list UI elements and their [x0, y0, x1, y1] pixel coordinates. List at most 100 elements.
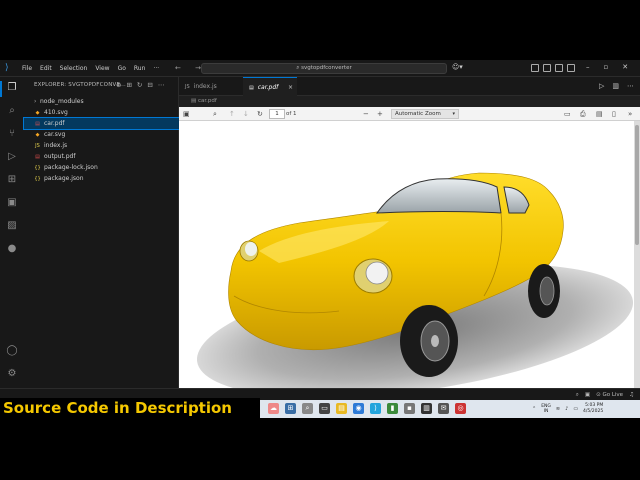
- app-icon[interactable]: ▥: [421, 403, 432, 414]
- tree-item[interactable]: ◆ 410.svg: [24, 107, 179, 118]
- run-debug-icon[interactable]: ▷: [6, 151, 18, 163]
- more-actions-icon[interactable]: ⋯: [158, 81, 165, 89]
- notifications-icon[interactable]: ▣: [585, 392, 590, 399]
- taskbar-apps: ☁ ⊞ ⌕ ▭ ▤ ◉ ⟩ ▮ ▪ ▥ ✉ ◎: [268, 403, 466, 414]
- remote-explorer-icon[interactable]: ▣: [6, 197, 18, 209]
- zoom-select[interactable]: Automatic Zoom ▾: [391, 109, 459, 119]
- tab-car-pdf[interactable]: ▤ car.pdf ×: [243, 77, 297, 96]
- go-live-button[interactable]: ⊙ Go Live: [596, 392, 623, 399]
- menu-run[interactable]: Run: [134, 65, 146, 72]
- menu-file[interactable]: File: [22, 65, 32, 72]
- tree-item[interactable]: {} package-lock.json: [24, 162, 179, 173]
- maximize-icon[interactable]: ▫: [604, 63, 609, 71]
- bell-icon[interactable]: ♫: [629, 392, 634, 399]
- source-control-icon[interactable]: ⑂: [6, 128, 18, 140]
- run-icon[interactable]: ▷: [599, 82, 604, 90]
- tree-item[interactable]: JS index.js: [24, 140, 179, 151]
- app-icon[interactable]: ▪: [404, 403, 415, 414]
- clock[interactable]: 5:03 PM 4/5/2025: [583, 403, 603, 414]
- menu-view[interactable]: View: [95, 65, 109, 72]
- battery-icon[interactable]: ▭: [573, 406, 578, 412]
- print-icon[interactable]: ⎙: [580, 109, 586, 119]
- tree-item[interactable]: {} package.json: [24, 173, 179, 184]
- start-icon[interactable]: ⊞: [285, 403, 296, 414]
- close-window-icon[interactable]: ✕: [622, 63, 628, 71]
- testing-icon[interactable]: ●: [6, 243, 18, 255]
- image-preview-icon[interactable]: ▨: [6, 220, 18, 232]
- presentation-icon[interactable]: ▭: [564, 109, 571, 119]
- car-illustration: [196, 172, 634, 398]
- zoom-out-button[interactable]: −: [363, 109, 369, 119]
- terminal-icon[interactable]: ▮: [387, 403, 398, 414]
- tree-item-label: package.json: [44, 175, 84, 182]
- menu-selection[interactable]: Selection: [60, 65, 88, 72]
- collapse-all-icon[interactable]: ⊟: [147, 81, 152, 89]
- refresh-icon[interactable]: ↻: [137, 81, 142, 89]
- mail-icon[interactable]: ✉: [438, 403, 449, 414]
- explorer-icon[interactable]: ❐: [6, 82, 18, 94]
- search-icon[interactable]: ⌕: [302, 403, 313, 414]
- extensions-icon[interactable]: ⊞: [6, 174, 18, 186]
- source-code-banner: Source Code in Description: [0, 398, 260, 418]
- toggle-panel-icon[interactable]: [543, 64, 551, 72]
- chrome-icon[interactable]: ◉: [353, 403, 364, 414]
- menu-bar: File Edit Selection View Go Run ···: [22, 65, 159, 72]
- toggle-sidebar-icon[interactable]: [531, 64, 539, 72]
- tree-item[interactable]: › node_modules: [24, 96, 179, 107]
- chevron-up-icon[interactable]: ⌃: [532, 406, 536, 412]
- vscode-icon[interactable]: ⟩: [370, 403, 381, 414]
- widgets-icon[interactable]: ☁: [268, 403, 279, 414]
- page-number-input[interactable]: 1: [269, 109, 285, 119]
- split-editor-icon[interactable]: ▥: [612, 82, 619, 90]
- bookmark-icon[interactable]: ▯: [612, 109, 616, 119]
- menu-edit[interactable]: Edit: [40, 65, 52, 72]
- previous-page-icon[interactable]: ↑: [229, 109, 235, 119]
- wifi-icon[interactable]: ≋: [556, 406, 560, 412]
- file-explorer-icon[interactable]: ▤: [336, 403, 347, 414]
- menu-go[interactable]: Go: [118, 65, 126, 72]
- command-center-search[interactable]: ⌕ svgtopdfconverter: [201, 63, 447, 74]
- customize-layout-icon[interactable]: [567, 64, 575, 72]
- language-indicator[interactable]: ENG IN: [541, 404, 551, 414]
- settings-gear-icon[interactable]: ⚙: [6, 368, 18, 380]
- toggle-sidebar-icon[interactable]: ▣: [183, 109, 190, 119]
- explorer-header: EXPLORER: SVGTOPDFCONVE...: [34, 82, 126, 88]
- tree-item[interactable]: ◆ car.svg: [24, 129, 179, 140]
- pdf-page[interactable]: [179, 121, 634, 418]
- volume-icon[interactable]: ♪: [565, 406, 568, 412]
- task-view-icon[interactable]: ▭: [319, 403, 330, 414]
- vscode-logo-icon: ⟩: [5, 63, 9, 73]
- zoom-in-button[interactable]: +: [377, 109, 383, 119]
- js-file-icon: JS: [185, 84, 190, 90]
- tree-item[interactable]: ▤ output.pdf: [24, 151, 179, 162]
- breadcrumb[interactable]: ▤ car.pdf: [179, 96, 640, 107]
- scrollbar-thumb[interactable]: [635, 125, 639, 245]
- close-tab-icon[interactable]: ×: [288, 78, 293, 97]
- tab-index-js[interactable]: JS index.js: [179, 77, 243, 96]
- tools-icon[interactable]: »: [628, 109, 632, 119]
- minimize-icon[interactable]: –: [586, 63, 590, 71]
- new-file-icon[interactable]: ⊕: [116, 81, 121, 89]
- save-icon[interactable]: ▤: [596, 109, 603, 119]
- next-page-icon[interactable]: ↓: [243, 109, 249, 119]
- new-folder-icon[interactable]: ⊞: [126, 81, 131, 89]
- tree-item-label: car.svg: [44, 131, 66, 138]
- editor-actions: ▷ ▥ ⋯: [599, 82, 634, 90]
- chevron-down-icon: ▾: [452, 111, 455, 117]
- status-right: ⌕ ▣ ⊙ Go Live ♫: [576, 392, 634, 399]
- toggle-secondary-sidebar-icon[interactable]: [555, 64, 563, 72]
- search-icon[interactable]: ⌕: [6, 105, 18, 117]
- headlight-right-lens: [365, 261, 389, 285]
- zoom-status-icon[interactable]: ⌕: [576, 392, 579, 399]
- more-actions-icon[interactable]: ⋯: [627, 82, 634, 90]
- pdf-scrollbar[interactable]: [634, 121, 640, 418]
- layout-controls: [531, 64, 575, 72]
- tree-item[interactable]: ▤ car.pdf: [23, 117, 180, 130]
- menu-more[interactable]: ···: [153, 65, 159, 72]
- find-icon[interactable]: ⌕: [213, 109, 217, 119]
- account-icon[interactable]: ◯: [6, 345, 18, 357]
- editor-tabs: JS index.js ▤ car.pdf × ▷ ▥ ⋯: [179, 77, 640, 96]
- rotate-icon[interactable]: ↻: [257, 109, 263, 119]
- media-icon[interactable]: ◎: [455, 403, 466, 414]
- copilot-icon[interactable]: ☺▾: [452, 63, 463, 71]
